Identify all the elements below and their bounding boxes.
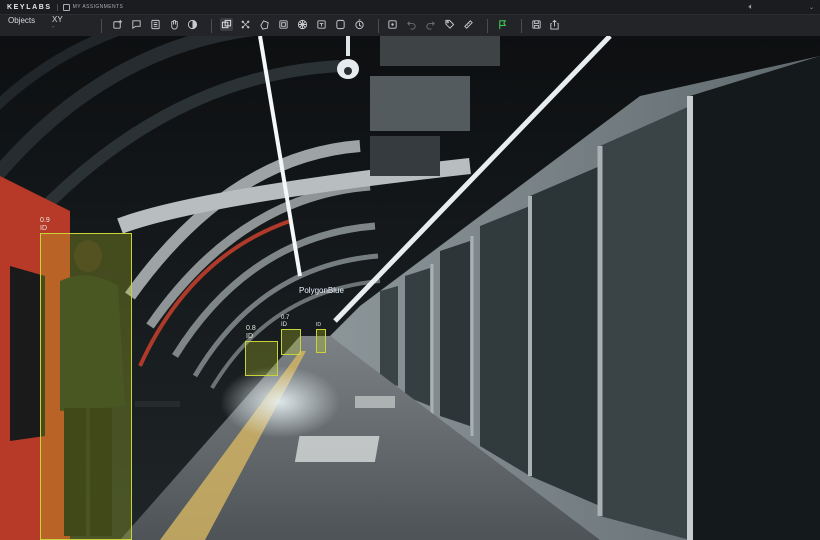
mask-icon[interactable] — [296, 18, 309, 31]
toolbar-divider — [487, 19, 488, 33]
toolbar-divider — [378, 19, 379, 33]
bbox-id: ID — [246, 333, 253, 340]
my-assignments-link[interactable]: MY ASSIGNMENTS — [62, 3, 124, 11]
fit-screen-icon[interactable] — [386, 18, 399, 31]
segment-icon[interactable] — [315, 18, 328, 31]
export-icon[interactable] — [548, 18, 561, 31]
keypoints-icon[interactable] — [239, 18, 252, 31]
title-divider — [56, 3, 58, 11]
flag-icon[interactable] — [496, 18, 509, 31]
polygon-label: PolygonBlue — [299, 286, 344, 295]
bbox-id: ID — [40, 225, 47, 232]
hand-icon[interactable] — [168, 18, 181, 31]
ruler-icon[interactable] — [462, 18, 475, 31]
app-logo: KEYLABS — [7, 3, 52, 11]
toolbar-divider — [211, 19, 212, 33]
class-select-sub: - — [52, 24, 55, 31]
bounding-box-icon[interactable] — [220, 18, 233, 31]
bbox-score: 0.7 — [281, 315, 290, 321]
class-select[interactable]: XY - — [52, 15, 63, 32]
title-bar: KEYLABS MY ASSIGNMENTS 🔈︎ ⌄ — [0, 0, 820, 14]
bbox-id: ID — [281, 322, 287, 328]
toolbar-divider — [101, 19, 102, 33]
bbox-annotation[interactable] — [316, 329, 326, 353]
chevron-down-icon[interactable]: ⌄ — [764, 1, 820, 13]
main-toolbar: Objects XY - — [0, 14, 820, 36]
undo-icon[interactable] — [405, 18, 418, 31]
bbox-score: 0.8 — [246, 325, 256, 332]
tag-icon[interactable] — [443, 18, 456, 31]
polygon-icon[interactable] — [258, 18, 271, 31]
cuboid-icon[interactable] — [277, 18, 290, 31]
timer-icon[interactable] — [353, 18, 366, 31]
add-object-icon[interactable] — [111, 18, 124, 31]
objects-tab[interactable]: Objects — [8, 16, 35, 25]
toolbar-divider — [521, 19, 522, 33]
bbox-score: 0.9 — [40, 217, 50, 224]
ellipse-icon[interactable] — [334, 18, 347, 31]
assignments-icon — [62, 3, 70, 11]
class-select-value: XY — [52, 15, 63, 24]
bbox-annotation[interactable] — [281, 329, 301, 355]
comment-icon[interactable] — [130, 18, 143, 31]
contrast-icon[interactable] — [186, 18, 199, 31]
redo-icon[interactable] — [424, 18, 437, 31]
save-icon[interactable] — [530, 18, 543, 31]
annotation-canvas[interactable]: 0.9 ID 0.8 ID 0.7 ID ID PolygonBlue — [0, 36, 820, 540]
speaker-icon[interactable]: 🔈︎ — [738, 1, 764, 13]
bbox-annotation[interactable] — [245, 341, 278, 376]
list-icon[interactable] — [149, 18, 162, 31]
bbox-id: ID — [316, 322, 321, 328]
bbox-annotation[interactable] — [40, 233, 132, 540]
my-assignments-label: MY ASSIGNMENTS — [72, 4, 124, 10]
